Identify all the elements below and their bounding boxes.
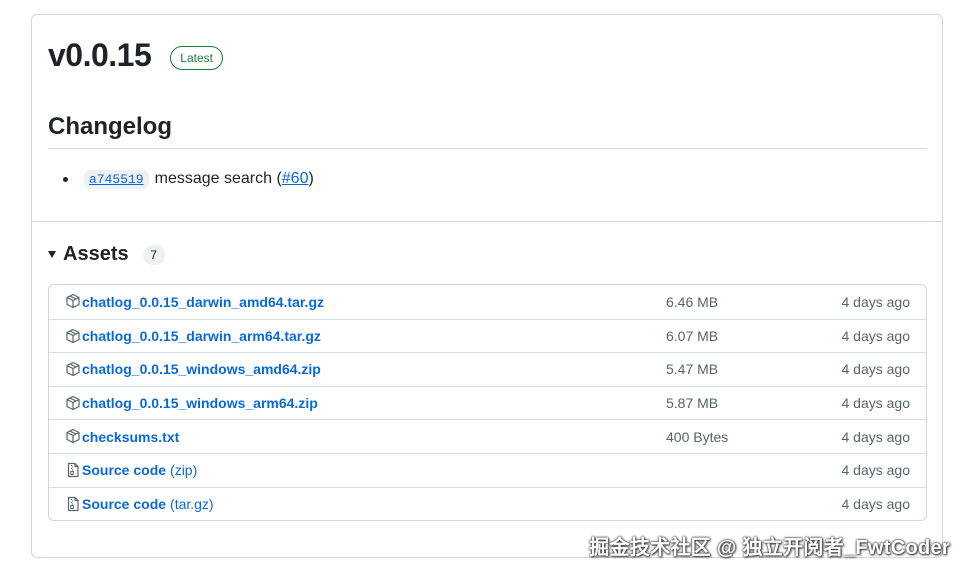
package-icon: [65, 328, 81, 344]
asset-row: chatlog_0.0.15_darwin_amd64.tar.gz 6.46 M…: [49, 285, 926, 319]
commit-message: message search (#60): [155, 170, 314, 188]
asset-row: chatlog_0.0.15_windows_amd64.zip 5.47 MB 4…: [49, 352, 926, 386]
changelog-title: Changelog: [48, 113, 172, 140]
assets-list: chatlog_0.0.15_darwin_amd64.tar.gz 6.46 M…: [48, 284, 927, 522]
asset-download-link[interactable]: chatlog_0.0.15_windows_arm64.zip: [82, 395, 318, 411]
release-version-title[interactable]: v0.0.15: [48, 37, 152, 74]
asset-name: chatlog_0.0.15_darwin_amd64.tar.gz: [82, 293, 324, 310]
pull-request-link[interactable]: #60: [282, 170, 309, 187]
asset-date: 4 days ago: [841, 395, 911, 412]
asset-name: chatlog_0.0.15_darwin_arm64.tar.gz: [82, 327, 321, 344]
asset-name: checksums.txt: [82, 428, 180, 445]
assets-toggle[interactable]: Assets 7: [48, 243, 165, 266]
asset-date: 4 days ago: [841, 361, 911, 378]
package-icon: [65, 428, 81, 444]
asset-download-link[interactable]: chatlog_0.0.15_darwin_arm64.tar.gz: [82, 328, 321, 344]
asset-download-link[interactable]: chatlog_0.0.15_windows_amd64.zip: [82, 361, 321, 377]
asset-size: 400 Bytes: [666, 428, 729, 445]
asset-date: 4 days ago: [841, 327, 911, 344]
asset-row: chatlog_0.0.15_darwin_arm64.tar.gz 6.07 M…: [49, 318, 926, 353]
asset-size: 6.46 MB: [666, 293, 719, 310]
watermark: 掘金技术社区 @ 独立开阅者_FwtCoder: [589, 537, 950, 559]
asset-size: 5.87 MB: [666, 395, 719, 412]
asset-date: 4 days ago: [841, 495, 911, 512]
changelog-list: a745519 message search (#60): [48, 167, 314, 191]
asset-row: Source code (tar.gz) 4 days ago: [49, 486, 926, 521]
asset-size: 6.07 MB: [666, 327, 719, 344]
package-icon: [65, 395, 81, 411]
asset-download-link[interactable]: Source code (zip): [82, 462, 197, 478]
assets-count-badge: 7: [142, 244, 165, 265]
asset-row: chatlog_0.0.15_windows_arm64.zip 5.87 MB 4…: [49, 385, 926, 420]
commit-sha-link[interactable]: a745519: [84, 169, 149, 189]
release-header: v0.0.15 Latest: [48, 37, 223, 74]
changelog-divider: [48, 148, 927, 149]
asset-row: checksums.txt 400 Bytes 4 days ago: [49, 419, 926, 453]
file-zip-icon: [65, 496, 81, 512]
commit-message-end: ): [308, 170, 314, 187]
file-zip-icon: [65, 462, 81, 478]
asset-name: Source code: [82, 495, 167, 512]
asset-format: (zip): [170, 462, 198, 479]
asset-size: 5.47 MB: [666, 361, 719, 378]
latest-badge: Latest: [170, 45, 223, 70]
package-icon: [65, 293, 81, 309]
asset-row: Source code (zip) 4 days ago: [49, 452, 926, 487]
bullet-icon: [63, 176, 68, 182]
asset-format: (tar.gz): [170, 495, 214, 512]
asset-date: 4 days ago: [841, 293, 911, 310]
asset-date: 4 days ago: [841, 462, 911, 479]
release-card: v0.0.15 Latest Changelog a745519 message…: [31, 14, 943, 558]
asset-download-link[interactable]: checksums.txt: [82, 429, 179, 445]
asset-download-link[interactable]: Source code (tar.gz): [82, 496, 214, 512]
changelog-item: a745519 message search (#60): [48, 167, 314, 191]
asset-name: chatlog_0.0.15_windows_arm64.zip: [82, 395, 318, 412]
asset-download-link[interactable]: chatlog_0.0.15_darwin_amd64.tar.gz: [82, 294, 324, 310]
package-icon: [65, 361, 81, 377]
asset-date: 4 days ago: [841, 428, 911, 445]
caret-down-icon: [48, 251, 56, 258]
asset-name: Source code: [82, 462, 167, 479]
section-divider: [32, 221, 942, 222]
assets-title: Assets: [63, 243, 129, 265]
asset-name: chatlog_0.0.15_windows_amd64.zip: [82, 361, 321, 378]
commit-message-text: message search (: [154, 170, 282, 187]
